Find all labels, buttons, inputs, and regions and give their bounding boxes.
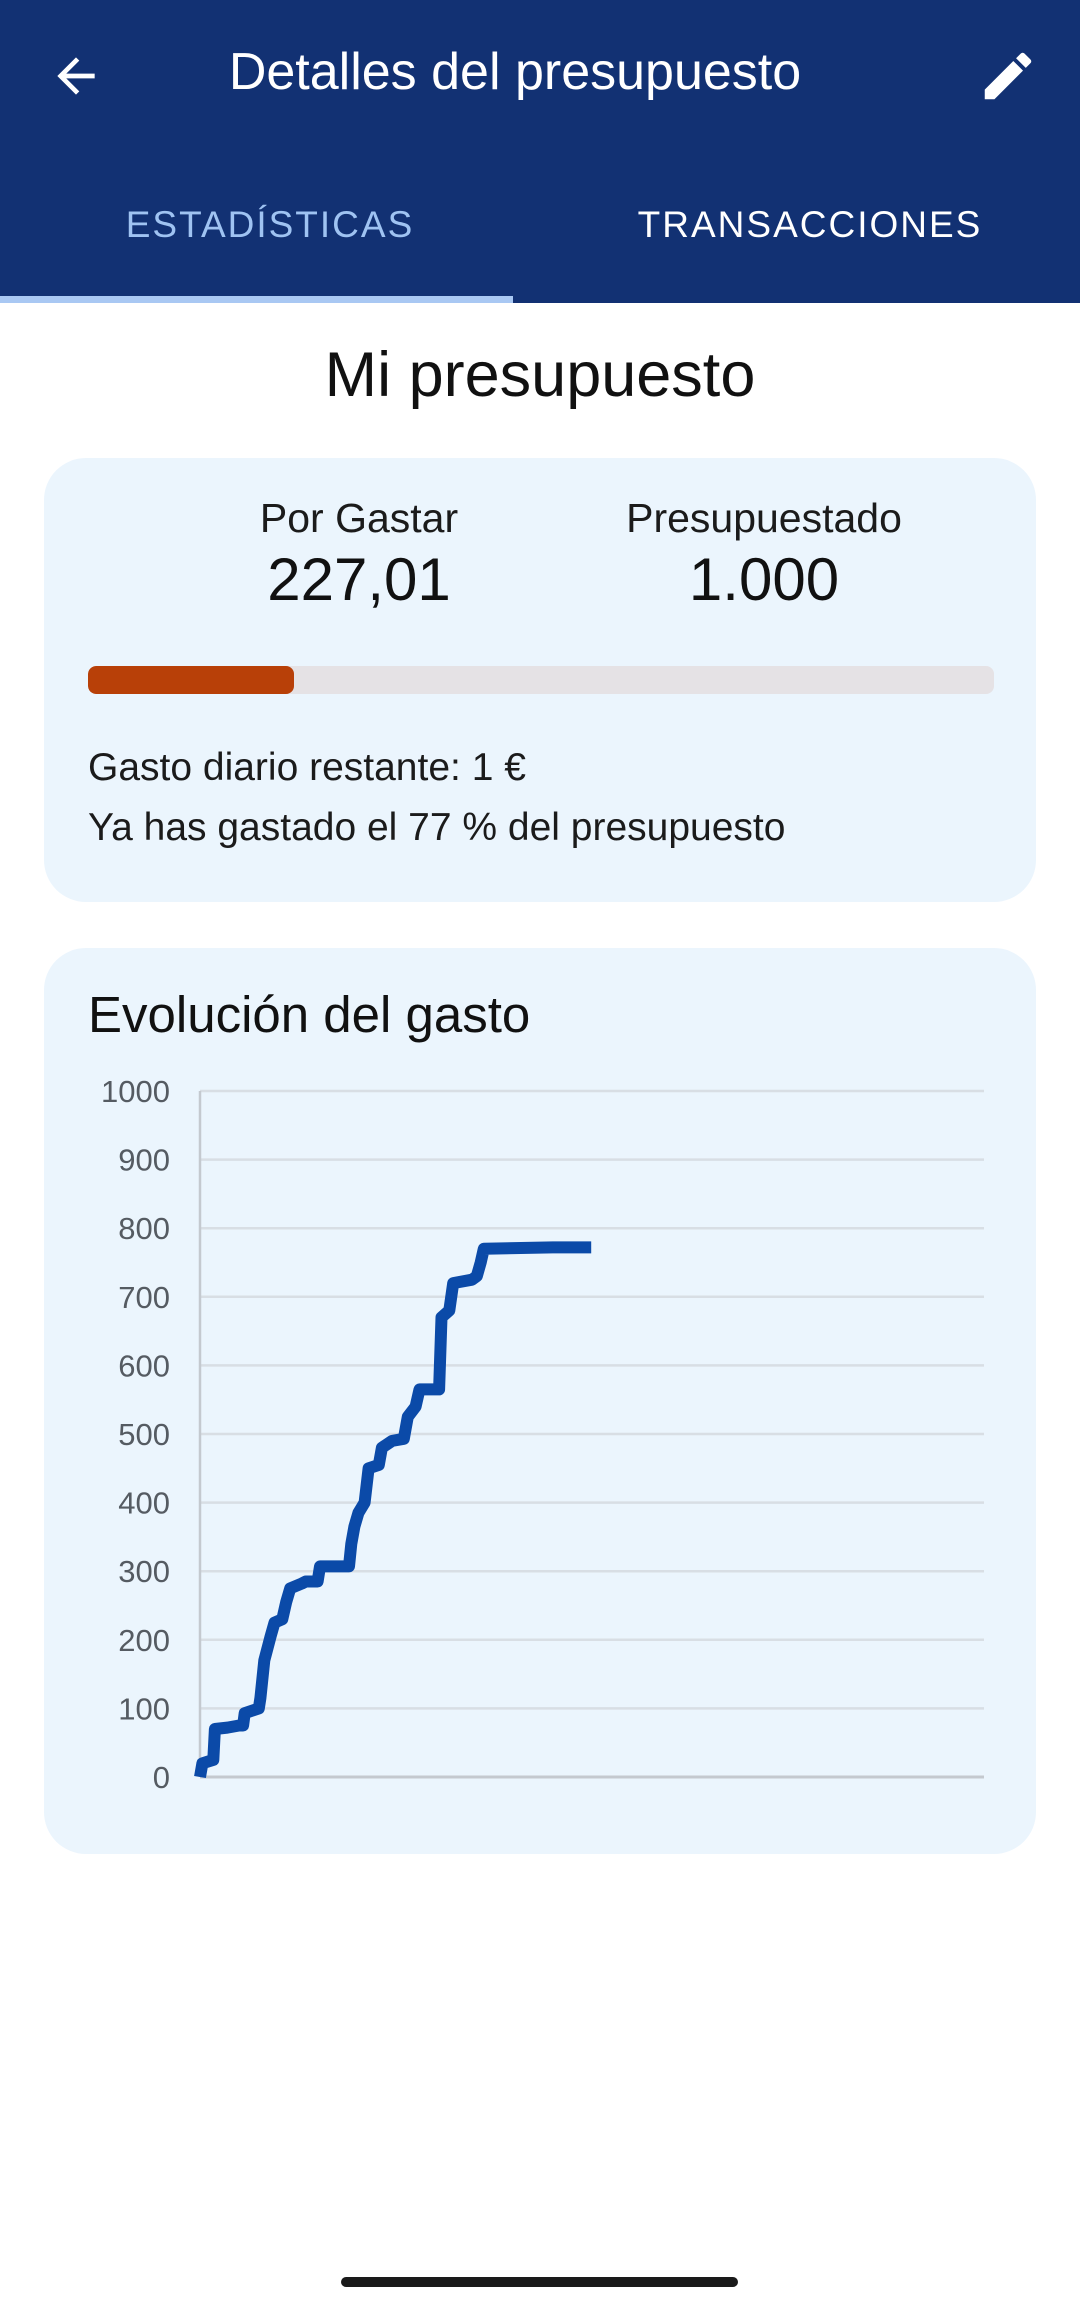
pencil-icon: [984, 52, 1032, 100]
spent-percentage-text: Ya has gastado el 77 % del presupuesto: [88, 806, 786, 849]
tab-transactions[interactable]: TRANSACCIONES: [540, 190, 1080, 260]
back-button[interactable]: [36, 36, 116, 116]
y-tick-label: 800: [118, 1211, 170, 1246]
active-tab-indicator: [0, 296, 513, 303]
app-bar: Detalles del presupuesto ESTADÍSTICAS TR…: [0, 0, 1080, 303]
budget-summary-card: Por Gastar 227,01 Presupuestado 1.000 Ga…: [44, 458, 1036, 902]
page-title: Mi presupuesto: [324, 340, 756, 410]
remaining-stat: Por Gastar 227,01: [174, 493, 544, 615]
spending-chart-card: Evolución del gasto 0 100 200 300 400 500 600 7…: [44, 948, 1036, 1854]
budget-value: 1.000: [688, 546, 840, 613]
home-indicator[interactable]: [341, 2277, 738, 2287]
budget-progress-bar: [88, 666, 994, 694]
spending-series-line: [194, 1241, 592, 1779]
y-tick-label: 1000: [101, 1074, 170, 1109]
y-tick-label: 500: [118, 1417, 170, 1452]
y-tick-label: 300: [118, 1554, 170, 1589]
y-tick-label: 900: [118, 1143, 170, 1178]
daily-remaining-text: Gasto diario restante: 1 €: [88, 746, 526, 789]
y-tick-label: 600: [118, 1348, 170, 1383]
y-tick-label: 700: [118, 1280, 170, 1315]
app-bar-title: Detalles del presupuesto: [228, 43, 802, 101]
spending-line-chart: 0 100 200 300 400 500 600 700 800 900 1000: [101, 1074, 984, 1795]
budget-progress-fill: [88, 666, 294, 694]
budget-stat: Presupuestado 1.000: [584, 493, 944, 615]
y-tick-label: 400: [118, 1486, 170, 1521]
y-tick-label: 0: [153, 1760, 170, 1795]
y-tick-label: 200: [118, 1623, 170, 1658]
remaining-value: 227,01: [267, 546, 451, 613]
edit-button[interactable]: [964, 32, 1052, 120]
remaining-label: Por Gastar: [259, 495, 459, 541]
y-tick-label: 100: [118, 1691, 170, 1726]
arrow-left-icon: [57, 57, 95, 95]
budget-label: Presupuestado: [626, 495, 902, 541]
tab-statistics[interactable]: ESTADÍSTICAS: [0, 190, 540, 260]
